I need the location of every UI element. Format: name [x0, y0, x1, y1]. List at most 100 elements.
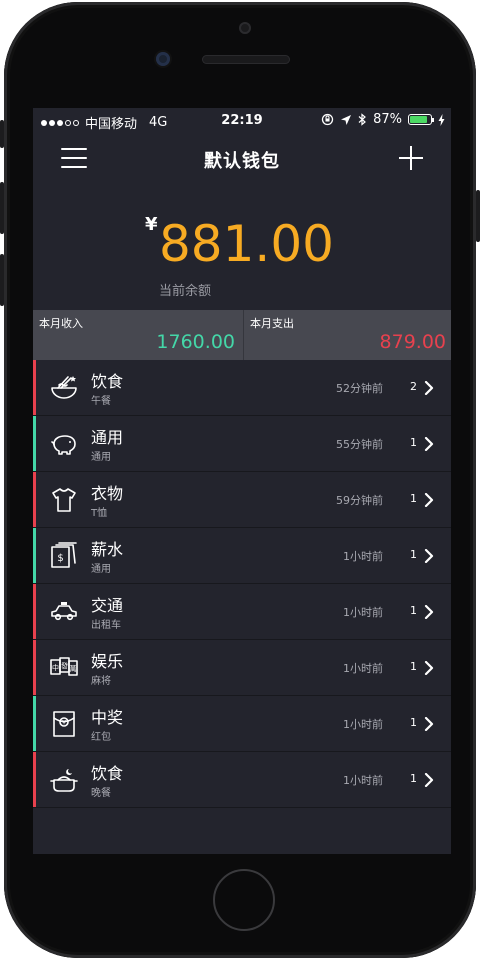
expense-indicator-bar	[33, 752, 36, 807]
record-subcategory: 晚餐	[91, 788, 111, 799]
record-row[interactable]: ¥ 中奖 红包 1小时前 1	[33, 696, 451, 752]
proximity-sensor	[239, 22, 251, 34]
svg-text:¥: ¥	[62, 720, 66, 727]
red-envelope-icon: ¥	[49, 709, 79, 739]
record-subcategory: 红包	[91, 732, 111, 743]
record-time: 55分钟前	[336, 438, 383, 451]
record-time: 1小时前	[343, 606, 383, 619]
battery-level-fill	[410, 116, 428, 123]
earpiece-speaker	[202, 55, 290, 64]
balance-section: ¥ 881.00 当前余额	[33, 208, 451, 308]
silent-switch	[0, 120, 4, 148]
record-count: 1	[410, 604, 417, 617]
taxi-icon	[49, 597, 79, 627]
svg-text:發: 發	[61, 661, 68, 670]
status-right: 87%	[321, 112, 445, 127]
volume-up-button	[0, 182, 4, 234]
income-indicator-bar	[33, 416, 36, 471]
svg-text:萬: 萬	[70, 664, 77, 673]
record-count: 1	[410, 548, 417, 561]
record-list: 饮食 午餐 52分钟前 2 通用 通用 55分钟前 1 衣物 T恤 59分钟前 …	[33, 360, 451, 808]
record-subcategory: 午餐	[91, 396, 111, 407]
income-label: 本月收入	[39, 317, 83, 330]
chevron-right-icon	[423, 380, 435, 396]
record-category: 饮食	[91, 764, 124, 783]
front-camera	[156, 52, 170, 66]
record-row[interactable]: 衣物 T恤 59分钟前 1	[33, 472, 451, 528]
record-category: 衣物	[91, 484, 124, 503]
charging-bolt-icon	[438, 113, 445, 126]
expense-value: 879.00	[379, 331, 446, 353]
record-row[interactable]: $ 薪水 通用 1小时前 1	[33, 528, 451, 584]
record-category: 中奖	[91, 708, 124, 727]
home-button[interactable]	[213, 869, 275, 931]
record-row[interactable]: 饮食 午餐 52分钟前 2	[33, 360, 451, 416]
navigation-bar: 默认钱包	[33, 134, 451, 182]
record-time: 1小时前	[343, 774, 383, 787]
record-row[interactable]: 通用 通用 55分钟前 1	[33, 416, 451, 472]
expense-indicator-bar	[33, 584, 36, 639]
record-row[interactable]: 中發萬 娱乐 麻将 1小时前 1	[33, 640, 451, 696]
income-indicator-bar	[33, 528, 36, 583]
record-count: 1	[410, 660, 417, 673]
record-time: 1小时前	[343, 550, 383, 563]
expense-indicator-bar	[33, 360, 36, 415]
record-count: 1	[410, 772, 417, 785]
income-indicator-bar	[33, 696, 36, 751]
chevron-right-icon	[423, 604, 435, 620]
bluetooth-icon	[358, 113, 367, 126]
record-subcategory: 通用	[91, 564, 111, 575]
status-bar: 中国移动 4G 22:19 87%	[33, 108, 451, 134]
chevron-right-icon	[423, 660, 435, 676]
piggy-bank-icon	[49, 429, 79, 459]
income-value: 1760.00	[156, 331, 235, 353]
record-count: 1	[410, 492, 417, 505]
chevron-right-icon	[423, 492, 435, 508]
record-category: 饮食	[91, 372, 124, 391]
expense-indicator-bar	[33, 472, 36, 527]
record-subcategory: 通用	[91, 452, 111, 463]
monthly-expense-cell[interactable]: 本月支出 879.00	[243, 310, 451, 360]
expense-indicator-bar	[33, 640, 36, 695]
chevron-right-icon	[423, 716, 435, 732]
record-subcategory: T恤	[91, 508, 108, 519]
record-count: 1	[410, 716, 417, 729]
record-time: 52分钟前	[336, 382, 383, 395]
expense-label: 本月支出	[250, 317, 294, 330]
chevron-right-icon	[423, 548, 435, 564]
location-arrow-icon	[341, 114, 352, 125]
record-subcategory: 出租车	[91, 620, 121, 631]
record-time: 1小时前	[343, 718, 383, 731]
volume-down-button	[0, 254, 4, 306]
chevron-right-icon	[423, 772, 435, 788]
record-category: 薪水	[91, 540, 124, 559]
balance-label: 当前余额	[159, 284, 212, 299]
record-row[interactable]: 饮食 晚餐 1小时前 1	[33, 752, 451, 808]
svg-text:$: $	[57, 553, 63, 564]
cash-stack-icon: $	[49, 541, 79, 571]
tshirt-icon	[49, 485, 79, 515]
chevron-right-icon	[423, 436, 435, 452]
currency-symbol: ¥	[145, 214, 158, 235]
record-category: 娱乐	[91, 652, 124, 671]
record-subcategory: 麻将	[91, 676, 111, 687]
record-row[interactable]: 交通 出租车 1小时前 1	[33, 584, 451, 640]
noodle-bowl-icon	[49, 373, 79, 403]
record-category: 交通	[91, 596, 124, 615]
battery-icon	[408, 114, 434, 125]
monthly-income-cell[interactable]: 本月收入 1760.00	[33, 310, 241, 360]
balance-amount: 881.00	[159, 215, 334, 273]
plus-icon[interactable]	[399, 146, 423, 170]
record-category: 通用	[91, 428, 124, 447]
record-time: 1小时前	[343, 662, 383, 675]
record-count: 1	[410, 436, 417, 449]
dinner-pot-icon	[49, 765, 79, 795]
wallet-title: 默认钱包	[204, 151, 280, 172]
mahjong-icon: 中發萬	[49, 653, 79, 683]
monthly-summary: 本月收入 1760.00 本月支出 879.00	[33, 310, 451, 360]
record-time: 59分钟前	[336, 494, 383, 507]
app-screen: 中国移动 4G 22:19 87% 默认钱包 ¥ 881.00 当前余额 本月收…	[33, 108, 451, 854]
rotation-lock-icon	[321, 113, 334, 126]
battery-percentage: 87%	[373, 112, 402, 127]
power-button	[476, 190, 480, 242]
